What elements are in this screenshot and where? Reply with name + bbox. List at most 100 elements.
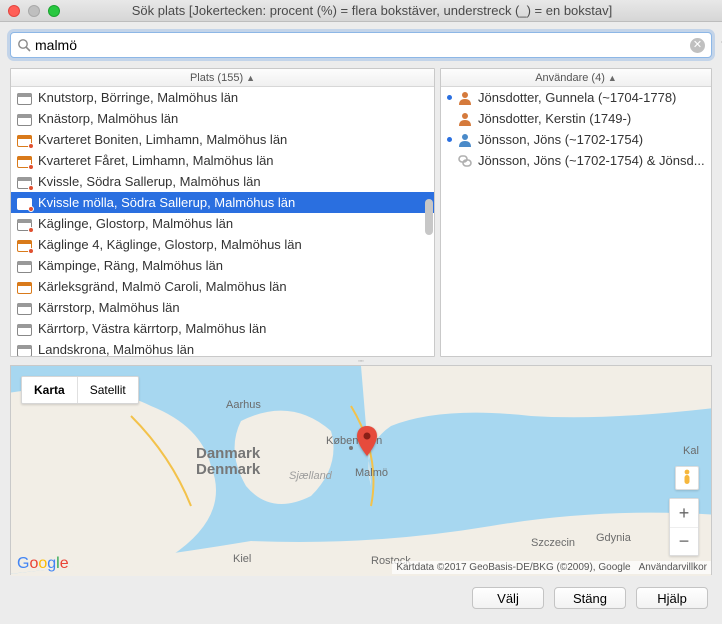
map-label-denmark: Denmark	[196, 461, 261, 478]
places-row-label: Kärrtorp, Västra kärrtorp, Malmöhus län	[38, 321, 266, 336]
clear-search-button[interactable]: ✕	[690, 38, 705, 53]
search-field-wrap: ✕	[10, 32, 712, 58]
places-row-label: Kärrstorp, Malmöhus län	[38, 300, 180, 315]
users-row-label: Jönsson, Jöns (~1702-1754) & Jönsd...	[478, 153, 705, 168]
sort-asc-icon: ▲	[608, 73, 617, 83]
users-header-count: (4)	[591, 72, 604, 84]
users-header-label: Användare	[535, 72, 588, 84]
map-attribution: Kartdata ©2017 GeoBasis-DE/BKG (©2009), …	[392, 561, 711, 574]
places-row-label: Kvarteret Boniten, Limhamn, Malmöhus län	[38, 132, 287, 147]
map-type-control: Karta Satellit	[21, 376, 139, 404]
map-label-danmark: Danmark	[196, 445, 261, 462]
map-label-gdynia: Gdynia	[596, 532, 632, 544]
search-input[interactable]	[35, 37, 687, 53]
map-type-map[interactable]: Karta	[22, 377, 77, 403]
users-row-label: Jönsdotter, Kerstin (1749-)	[478, 111, 631, 126]
calendar-icon	[17, 301, 32, 315]
users-list[interactable]: Jönsdotter, Gunnela (~1704-1778) Jönsdott…	[441, 87, 711, 356]
users-panel: Användare (4) ▲ Jönsdotter, Gunnela (~17…	[440, 68, 712, 357]
users-row-label: Jönsdotter, Gunnela (~1704-1778)	[478, 90, 676, 105]
calendar-icon	[17, 133, 32, 147]
places-header-count: (155)	[217, 72, 243, 84]
places-row[interactable]: Kärrstorp, Malmöhus län	[11, 297, 434, 318]
bullet-icon	[447, 95, 452, 100]
places-row[interactable]: Kvarteret Fåret, Limhamn, Malmöhus län	[11, 150, 434, 171]
places-list[interactable]: Knutstorp, Börringe, Malmöhus län Knästor…	[11, 87, 434, 356]
zoom-control: + −	[669, 498, 699, 556]
places-row[interactable]: Kvissle, Södra Sallerup, Malmöhus län	[11, 171, 434, 192]
map-attribution-text: Kartdata ©2017 GeoBasis-DE/BKG (©2009), …	[396, 562, 630, 573]
places-row-label: Kvissle mölla, Södra Sallerup, Malmöhus …	[38, 195, 295, 210]
select-button[interactable]: Välj	[472, 587, 544, 609]
map-label-szczecin: Szczecin	[531, 537, 575, 549]
places-row[interactable]: Käglinge, Glostorp, Malmöhus län	[11, 213, 434, 234]
calendar-icon	[17, 343, 32, 357]
places-row-label: Kämpinge, Räng, Malmöhus län	[38, 258, 223, 273]
title-bar: Sök plats [Jokertecken: procent (%) = fl…	[0, 0, 722, 22]
users-row[interactable]: Jönsson, Jöns (~1702-1754)	[441, 129, 711, 150]
calendar-icon	[17, 175, 32, 189]
places-row-label: Käglinge, Glostorp, Malmöhus län	[38, 216, 233, 231]
zoom-in-button[interactable]: +	[670, 499, 698, 527]
help-button[interactable]: Hjälp	[636, 587, 708, 609]
places-row-label: Knästorp, Malmöhus län	[38, 111, 178, 126]
map-label-malmo: Malmö	[355, 467, 388, 479]
scrollbar-thumb[interactable]	[425, 199, 433, 235]
calendar-icon	[17, 91, 32, 105]
close-window-button[interactable]	[8, 5, 20, 17]
places-row[interactable]: Kärleksgränd, Malmö Caroli, Malmöhus län	[11, 276, 434, 297]
places-row-label: Kvissle, Södra Sallerup, Malmöhus län	[38, 174, 261, 189]
calendar-icon	[17, 112, 32, 126]
person-icon	[457, 90, 473, 106]
google-logo: Google	[17, 555, 69, 573]
places-row-label: Knutstorp, Börringe, Malmöhus län	[38, 90, 238, 105]
search-icon	[17, 38, 31, 55]
map-type-satellite[interactable]: Satellit	[77, 377, 138, 403]
calendar-icon	[17, 322, 32, 336]
map-view[interactable]: København Malmö Danmark Denmark Sjælland…	[10, 365, 712, 575]
map-label-sjaelland: Sjælland	[289, 470, 333, 482]
window-title: Sök plats [Jokertecken: procent (%) = fl…	[30, 3, 714, 18]
calendar-icon	[17, 217, 32, 231]
places-row-label: Kvarteret Fåret, Limhamn, Malmöhus län	[38, 153, 274, 168]
map-label-aarhus: Aarhus	[226, 399, 261, 411]
chain-icon	[457, 153, 473, 169]
places-row-label: Käglinge 4, Käglinge, Glostorp, Malmöhus…	[38, 237, 302, 252]
places-row[interactable]: Knutstorp, Börringe, Malmöhus län	[11, 87, 434, 108]
places-panel: Plats (155) ▲ Knutstorp, Börringe, Malmö…	[10, 68, 435, 357]
users-row[interactable]: Jönsdotter, Gunnela (~1704-1778)	[441, 87, 711, 108]
map-marker[interactable]	[356, 426, 378, 459]
calendar-icon	[17, 196, 32, 210]
places-header[interactable]: Plats (155) ▲	[11, 69, 434, 87]
places-row[interactable]: Kämpinge, Räng, Malmöhus län	[11, 255, 434, 276]
streetview-pegman[interactable]	[675, 466, 699, 490]
close-button[interactable]: Stäng	[554, 587, 626, 609]
map-label-kiel: Kiel	[233, 553, 251, 565]
dialog-footer: Välj Stäng Hjälp	[10, 575, 712, 609]
places-row[interactable]: Knästorp, Malmöhus län	[11, 108, 434, 129]
places-row[interactable]: Käglinge 4, Käglinge, Glostorp, Malmöhus…	[11, 234, 434, 255]
calendar-icon	[17, 259, 32, 273]
users-row-label: Jönsson, Jöns (~1702-1754)	[478, 132, 643, 147]
map-terms-link[interactable]: Användarvillkor	[639, 562, 707, 573]
places-row-label: Kärleksgränd, Malmö Caroli, Malmöhus län	[38, 279, 287, 294]
calendar-icon	[17, 280, 32, 294]
calendar-icon	[17, 154, 32, 168]
person-icon	[457, 111, 473, 127]
places-header-label: Plats	[190, 72, 214, 84]
places-row-label: Landskrona, Malmöhus län	[38, 342, 194, 356]
zoom-out-button[interactable]: −	[670, 527, 698, 555]
places-row[interactable]: Landskrona, Malmöhus län	[11, 339, 434, 356]
person-icon	[457, 132, 473, 148]
calendar-icon	[17, 238, 32, 252]
splitter-handle[interactable]: ┉	[10, 357, 712, 365]
users-row[interactable]: Jönsson, Jöns (~1702-1754) & Jönsd...	[441, 150, 711, 171]
places-row[interactable]: Kvarteret Boniten, Limhamn, Malmöhus län	[11, 129, 434, 150]
places-row[interactable]: Kärrtorp, Västra kärrtorp, Malmöhus län	[11, 318, 434, 339]
bullet-icon	[447, 137, 452, 142]
sort-asc-icon: ▲	[246, 73, 255, 83]
map-label-kal: Kal	[683, 445, 699, 457]
users-header[interactable]: Användare (4) ▲	[441, 69, 711, 87]
places-row[interactable]: Kvissle mölla, Södra Sallerup, Malmöhus …	[11, 192, 434, 213]
users-row[interactable]: Jönsdotter, Kerstin (1749-)	[441, 108, 711, 129]
